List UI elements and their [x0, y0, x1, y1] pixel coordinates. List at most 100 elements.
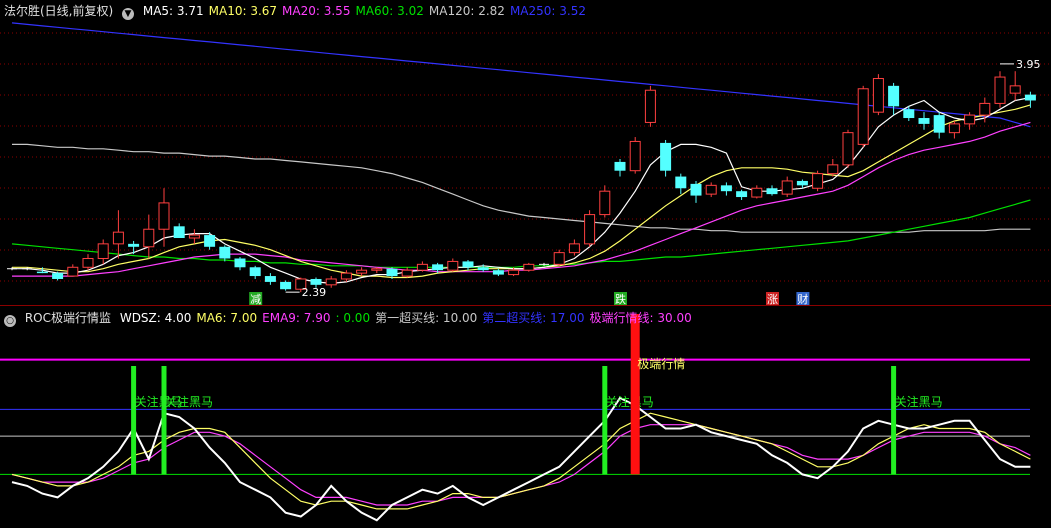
- candle-body-up: [948, 123, 960, 134]
- candle-body-down: [249, 267, 261, 277]
- candle-body-down: [690, 183, 702, 196]
- candle-body-down: [128, 243, 140, 247]
- candle-body-down: [660, 142, 672, 171]
- candle-body-down: [462, 261, 474, 268]
- indicator-value: MA5: 3.71: [142, 4, 204, 18]
- main-chart-header: 法尔胜(日线,前复权) ▼ MA5: 3.71 MA10: 3.67 MA20: 3…: [4, 2, 596, 20]
- sub-chart-header: ○ ROC极端行情监 WDSZ: 4.00 MA6: 7.00 EMA9: 7.90…: [4, 309, 702, 327]
- candle-body-down: [492, 270, 504, 275]
- candle-body-down: [903, 109, 915, 119]
- high-price-label: 3.95: [1016, 58, 1041, 71]
- candle-body-down: [766, 188, 778, 195]
- candle-body-up: [143, 228, 155, 248]
- candle-body-up: [568, 243, 580, 254]
- roc-indicator-chart[interactable]: 关注黑马关注黑马 关注黑马极端行情关注黑马: [0, 306, 1051, 528]
- indicator-value: MA20: 3.55: [282, 4, 351, 18]
- watch-signal-bar: [161, 366, 167, 475]
- candle-body-up: [371, 268, 383, 271]
- chevron-down-icon[interactable]: ▼: [122, 8, 135, 20]
- extreme-signal-bar: [630, 314, 640, 475]
- indicator-value: 第二超买线: 17.00: [482, 311, 585, 325]
- indicator-value: : 0.00: [335, 311, 371, 325]
- indicator-value: MA60: 3.02: [355, 4, 424, 18]
- candle-body-up: [340, 272, 352, 280]
- extreme-signal-label: 极端行情: [637, 357, 685, 371]
- candle-body-down: [310, 278, 322, 285]
- indicator-value: WDSZ: 4.00: [119, 311, 192, 325]
- candle-body-up: [523, 263, 535, 271]
- stock-title[interactable]: 法尔胜(日线,前复权): [4, 4, 113, 18]
- candle-body-down: [477, 267, 489, 271]
- candle-body-up: [416, 263, 428, 271]
- candle-body-up: [356, 269, 368, 274]
- indicator-value: MA120: 2.82: [428, 4, 505, 18]
- indicator-value: 极端行情线: 30.00: [589, 311, 692, 325]
- candle-body-down: [1024, 94, 1036, 101]
- candle-body-down: [888, 85, 900, 107]
- candle-body-down: [933, 115, 945, 133]
- indicator-value: 第一超买线: 10.00: [375, 311, 478, 325]
- threshold-lines: [0, 358, 1030, 475]
- candle-body-down: [720, 185, 732, 192]
- ma-indicator-values: MA5: 3.71 MA10: 3.67 MA20: 3.55 MA60: 3.02 M…: [143, 4, 591, 18]
- watch-signal-bar: [891, 366, 897, 475]
- watch-signal-label: 关注黑马: [895, 394, 943, 409]
- candle-body-up: [447, 260, 459, 271]
- candle-body-down: [736, 191, 748, 198]
- candle-body-up: [644, 89, 656, 123]
- indicator-title[interactable]: ROC极端行情监: [25, 311, 111, 325]
- candle-body-down: [796, 180, 808, 186]
- low-price-label: 2.39: [302, 286, 327, 299]
- candle-body-up: [599, 190, 611, 216]
- candle-body-up: [158, 202, 170, 230]
- gear-icon[interactable]: ○: [4, 315, 16, 327]
- candle-body-up: [584, 214, 596, 245]
- candle-body-down: [386, 268, 398, 277]
- candle-body-down: [219, 246, 231, 259]
- candle-body-up: [964, 114, 976, 125]
- event-badge-text: 涨: [767, 293, 778, 306]
- event-badge-text: 财: [797, 292, 808, 306]
- moving-average-lines: [11, 22, 1031, 285]
- candle-body-up: [629, 140, 641, 172]
- candle-body-down: [234, 258, 246, 268]
- candle-body-up: [112, 231, 124, 245]
- candle-body-up: [67, 266, 79, 277]
- candle-body-down: [204, 235, 216, 247]
- candle-body-up: [842, 132, 854, 166]
- candle-body-up: [857, 88, 869, 145]
- watch-signal-bar: [131, 366, 137, 475]
- candle-body-up: [188, 234, 200, 239]
- candle-body-up: [401, 269, 413, 277]
- ma10-line: [12, 104, 1031, 279]
- candle-body-up: [1009, 85, 1021, 94]
- roc-indicator-values: WDSZ: 4.00 MA6: 7.00 EMA9: 7.90: 0.00 第一超买线…: [120, 311, 697, 325]
- signal-bars: 关注黑马关注黑马 关注黑马极端行情关注黑马: [131, 314, 943, 475]
- candle-body-up: [553, 252, 565, 265]
- candle-body-up: [508, 269, 520, 276]
- candle-body-up: [872, 78, 884, 113]
- candle-body-up: [705, 184, 717, 195]
- candlesticks: [7, 71, 1036, 293]
- candle-body-down: [36, 271, 48, 274]
- candle-body-down: [918, 118, 930, 124]
- watch-signal-bar: [602, 366, 608, 475]
- candle-body-up: [97, 243, 109, 259]
- indicator-value: MA6: 7.00: [196, 311, 258, 325]
- candle-body-down: [264, 276, 276, 282]
- candle-body-up: [994, 76, 1006, 104]
- price-chart[interactable]: 3.95 2.39 减 跌 涨 财: [0, 0, 1051, 306]
- candle-body-down: [52, 273, 64, 279]
- candle-body-up: [781, 180, 793, 195]
- stock-chart-window: 3.95 2.39 减 跌 涨 财 法尔胜(日线,前复权) ▼ MA5: 3.71 MA10…: [0, 0, 1051, 528]
- candle-body-down: [432, 264, 444, 271]
- indicator-value: MA10: 3.67: [208, 4, 278, 18]
- watch-signal-label: 关注黑马: [165, 394, 213, 409]
- candle-body-up: [82, 257, 94, 268]
- candle-body-down: [675, 176, 687, 189]
- indicator-value: MA250: 3.52: [509, 4, 586, 18]
- candle-body-up: [751, 187, 763, 198]
- candle-body-up: [827, 164, 839, 175]
- ma20-line: [12, 121, 1031, 277]
- candle-body-up: [979, 102, 991, 116]
